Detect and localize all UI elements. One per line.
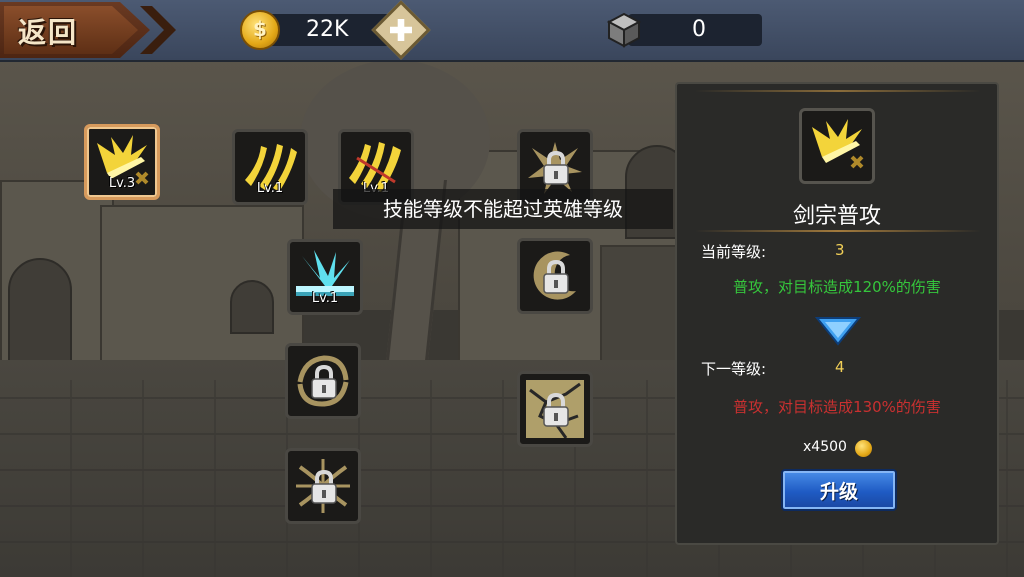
- upgrade-button[interactable]: 升级: [781, 469, 897, 511]
- back-button[interactable]: 返回: [0, 2, 150, 58]
- material-value: 0: [692, 17, 706, 42]
- level-cap-toast: 技能等级不能超过英雄等级: [333, 189, 673, 229]
- next-level-label: 下一等级:: [701, 360, 767, 378]
- selected-skill-icon-frame: [799, 108, 875, 184]
- skill-slot-spiral-locked[interactable]: [285, 343, 361, 419]
- current-level-value: 3: [835, 241, 845, 259]
- back-button-label: 返回: [18, 17, 79, 48]
- next-level-description: 普攻，对目标造成130%的伤害: [733, 398, 941, 416]
- skill-detail-panel: 剑宗普攻 当前等级: 3 普攻，对目标造成120%的伤害 下一等级: 4 普攻，…: [675, 82, 999, 545]
- panel-divider: [695, 230, 981, 232]
- skill-level-label: Lv.1: [311, 291, 339, 306]
- current-level-label: 当前等级:: [701, 243, 767, 261]
- gold-coin-icon: $: [240, 10, 280, 50]
- lock-icon: [543, 392, 569, 427]
- plus-icon: [390, 19, 412, 41]
- skill-name: 剑宗普攻: [792, 204, 881, 229]
- lock-icon: [543, 150, 569, 185]
- current-level-description: 普攻，对目标造成120%的伤害: [733, 278, 941, 296]
- skill-slot-crack-locked[interactable]: [517, 371, 593, 447]
- skill-slot-triple-slash[interactable]: Lv.1: [232, 129, 308, 205]
- skill-slot-sword-wave[interactable]: Lv.3: [84, 124, 160, 200]
- skill-slot-sunburst-locked[interactable]: [285, 448, 361, 524]
- skill-level-label: Lv.3: [108, 176, 136, 191]
- coin-value: 22K: [306, 17, 349, 42]
- lock-icon: [311, 364, 337, 399]
- background-window: [230, 280, 274, 334]
- background-door: [600, 245, 684, 374]
- skill-slot-ground-burst[interactable]: Lv.1: [287, 239, 363, 315]
- background-arch: [8, 258, 72, 374]
- gold-coin-icon: [855, 440, 872, 457]
- lock-icon: [543, 259, 569, 294]
- skill-level-label: Lv.1: [256, 181, 284, 196]
- skill-slot-crescent-locked[interactable]: [517, 238, 593, 314]
- sword-wave-icon: [812, 119, 864, 169]
- arrow-down-icon: [815, 317, 861, 346]
- upgrade-cost: x4500: [803, 439, 847, 455]
- panel-divider: [695, 90, 981, 92]
- cube-icon: [607, 12, 641, 48]
- lock-icon: [311, 469, 337, 504]
- add-coins-button[interactable]: [371, 0, 431, 60]
- top-bar: 返回 $ 22K 0: [0, 0, 1024, 62]
- next-level-value: 4: [835, 358, 845, 376]
- background-building: [100, 205, 304, 374]
- coin-symbol: $: [253, 17, 267, 41]
